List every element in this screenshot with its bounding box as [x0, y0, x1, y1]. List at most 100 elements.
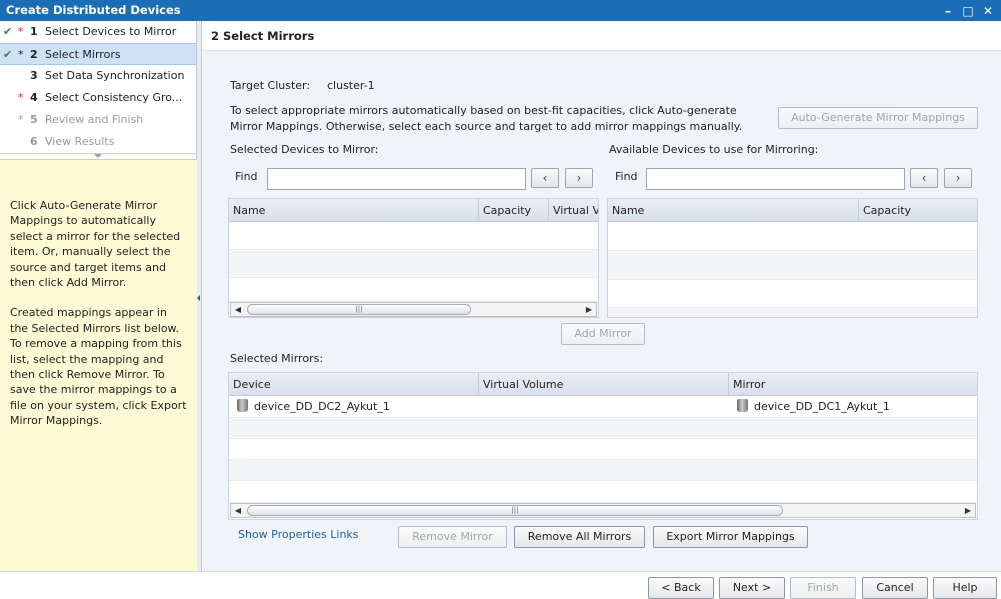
scroll-left-icon[interactable]: ◀ — [231, 303, 245, 316]
available-find-input[interactable] — [646, 168, 905, 190]
column-header-mirror[interactable]: Mirror — [729, 373, 977, 396]
table-row[interactable] — [229, 481, 977, 503]
scrollbar-thumb[interactable]: ||| — [247, 505, 783, 516]
window-controls: – □ ✕ — [941, 0, 995, 21]
device-name: device_DD_DC2_Aykut_1 — [254, 400, 390, 413]
available-find-label: Find — [615, 170, 638, 183]
available-section-title: Available Devices to use for Mirroring: — [609, 143, 819, 156]
source-find-label: Find — [235, 170, 258, 183]
table-row[interactable] — [229, 460, 977, 481]
required-asterisk: * — [18, 48, 24, 61]
target-cluster-label: Target Cluster: — [230, 79, 311, 92]
step-label: Select Mirrors — [45, 48, 121, 61]
help-panel: Click Auto-Generate Mirror Mappings to a… — [0, 159, 197, 571]
target-cluster-value: cluster-1 — [327, 79, 375, 92]
storage-device-icon — [237, 399, 248, 412]
source-devices-table[interactable]: Name Capacity Virtual V ◀ ||| ▶ — [228, 198, 599, 318]
table-row[interactable] — [229, 418, 977, 439]
storage-device-icon — [737, 399, 748, 412]
horizontal-scrollbar[interactable]: ◀ ||| ▶ — [230, 302, 597, 317]
table-row[interactable] — [229, 250, 598, 278]
table-row[interactable] — [229, 222, 598, 250]
wizard-steps-panel: ✔ * 1 Select Devices to Mirror ✔ * 2 Sel… — [0, 21, 197, 571]
page-title: 2 Select Mirrors — [203, 21, 1001, 51]
finish-button[interactable]: Finish — [790, 577, 856, 599]
table-header: Name Capacity — [608, 199, 977, 222]
table-row[interactable]: device_DD_DC2_Aykut_1 device_DD_DC1_Ayku… — [229, 396, 977, 418]
step-label: Review and Finish — [45, 113, 144, 126]
step-number: 4 — [30, 91, 38, 104]
table-row[interactable] — [229, 439, 977, 460]
table-row[interactable] — [608, 308, 977, 317]
column-header-device[interactable]: Device — [229, 373, 479, 396]
selected-mirrors-table[interactable]: Device Virtual Volume Mirror device_DD_D… — [228, 372, 978, 520]
step-number: 6 — [30, 135, 38, 148]
table-row[interactable] — [608, 251, 977, 280]
table-row[interactable] — [608, 222, 977, 251]
checkmark-icon: ✔ — [3, 25, 13, 38]
step-1[interactable]: ✔ * 1 Select Devices to Mirror — [0, 21, 196, 43]
chevron-right-icon[interactable]: › — [565, 168, 593, 188]
column-header-virtual-volume[interactable]: Virtual Volume — [479, 373, 729, 396]
window-titlebar: Create Distributed Devices – □ ✕ — [0, 0, 1001, 21]
step-label: Select Consistency Gro... — [45, 91, 183, 104]
scroll-right-icon[interactable]: ▶ — [961, 504, 975, 517]
step-5: * 5 Review and Finish — [0, 109, 196, 131]
step-4[interactable]: * 4 Select Consistency Gro... — [0, 87, 196, 109]
restore-icon[interactable]: □ — [961, 4, 975, 18]
step-label: Select Devices to Mirror — [45, 25, 177, 38]
scrollbar-thumb[interactable]: ||| — [247, 304, 471, 315]
close-icon[interactable]: ✕ — [981, 4, 995, 18]
help-text-1: Click Auto-Generate Mirror Mappings to a… — [10, 199, 181, 290]
chevron-left-icon[interactable]: ‹ — [531, 168, 559, 188]
scroll-right-icon[interactable]: ▶ — [582, 303, 596, 316]
help-button[interactable]: Help — [933, 577, 997, 599]
next-button[interactable]: Next > — [719, 577, 785, 599]
cancel-button[interactable]: Cancel — [862, 577, 928, 599]
wizard-footer: < Back Next > Finish Cancel Help — [0, 571, 1001, 599]
table-header: Name Capacity Virtual V — [229, 199, 598, 222]
column-header-capacity[interactable]: Capacity — [479, 199, 549, 222]
column-header-name[interactable]: Name — [608, 199, 859, 222]
horizontal-scrollbar[interactable]: ◀ ||| ▶ — [230, 503, 976, 518]
table-header: Device Virtual Volume Mirror — [229, 373, 977, 396]
window-title: Create Distributed Devices — [6, 3, 181, 17]
table-row[interactable] — [229, 278, 598, 302]
auto-generate-button[interactable]: Auto-Generate Mirror Mappings — [778, 107, 978, 129]
back-button[interactable]: < Back — [648, 577, 714, 599]
available-devices-table[interactable]: Name Capacity — [607, 198, 978, 318]
step-3[interactable]: 3 Set Data Synchronization — [0, 65, 196, 87]
show-properties-link[interactable]: Show Properties Links — [238, 528, 359, 541]
step-label: View Results — [45, 135, 115, 148]
source-section-title: Selected Devices to Mirror: — [230, 143, 379, 156]
checkmark-icon: ✔ — [3, 48, 13, 61]
required-asterisk: * — [18, 91, 24, 104]
export-mirror-mappings-button[interactable]: Export Mirror Mappings — [653, 526, 808, 548]
add-mirror-button[interactable]: Add Mirror — [561, 323, 645, 345]
selected-mirrors-title: Selected Mirrors: — [230, 352, 324, 365]
remove-mirror-button[interactable]: Remove Mirror — [398, 526, 507, 548]
help-text-2: Created mappings appear in the Selected … — [10, 306, 187, 428]
step-number: 2 — [30, 48, 38, 61]
table-row[interactable] — [608, 280, 977, 308]
step-6: 6 View Results — [0, 131, 196, 153]
chevron-left-icon[interactable]: ‹ — [910, 168, 938, 188]
column-header-name[interactable]: Name — [229, 199, 479, 222]
scroll-left-icon[interactable]: ◀ — [231, 504, 245, 517]
step-number: 3 — [30, 69, 38, 82]
step-number: 5 — [30, 113, 38, 126]
chevron-right-icon[interactable]: › — [944, 168, 972, 188]
required-asterisk: * — [18, 113, 24, 126]
step-2[interactable]: ✔ * 2 Select Mirrors — [0, 43, 196, 65]
minimize-icon[interactable]: – — [941, 4, 955, 18]
instructions-text: To select appropriate mirrors automatica… — [230, 104, 743, 133]
panel-splitter[interactable] — [197, 21, 202, 571]
step-number: 1 — [30, 25, 38, 38]
source-find-input[interactable] — [267, 168, 526, 190]
column-header-capacity[interactable]: Capacity — [859, 199, 977, 222]
main-content: 2 Select Mirrors Target Cluster: cluster… — [203, 21, 1001, 571]
mirror-name: device_DD_DC1_Aykut_1 — [754, 400, 890, 413]
column-header-virtual-volume[interactable]: Virtual V — [549, 199, 598, 222]
row-device-cell: device_DD_DC2_Aykut_1 — [237, 396, 390, 417]
remove-all-mirrors-button[interactable]: Remove All Mirrors — [514, 526, 645, 548]
